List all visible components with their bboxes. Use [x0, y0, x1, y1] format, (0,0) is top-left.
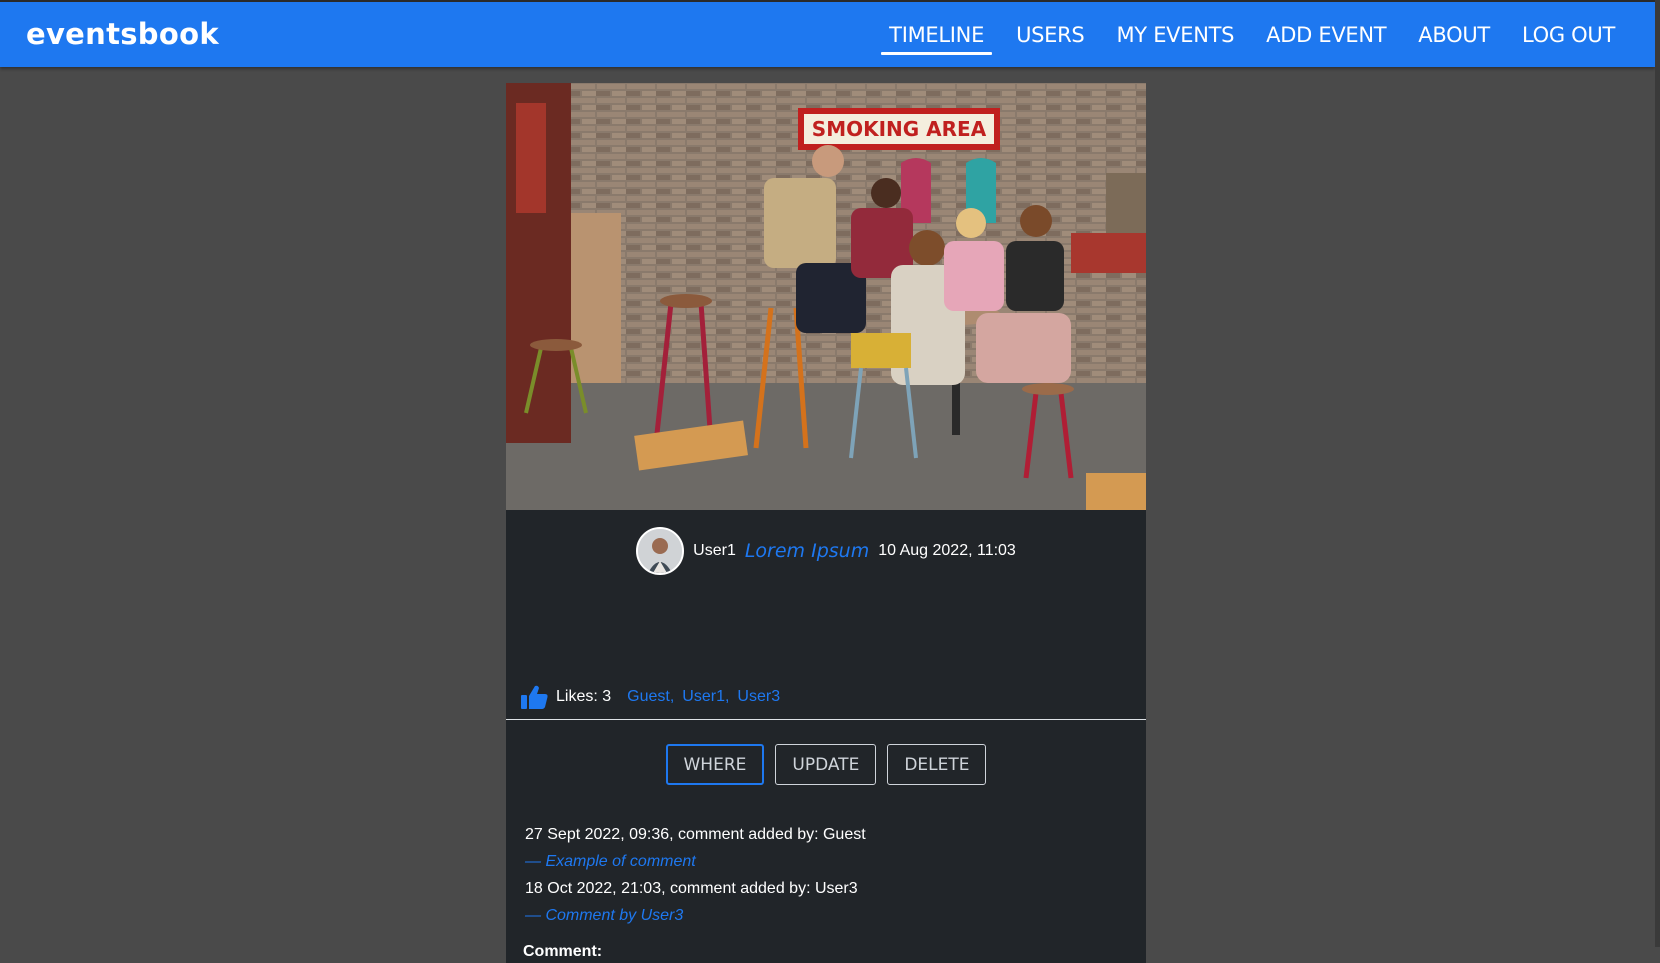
where-button[interactable]: WHERE [665, 744, 765, 785]
liker-link[interactable]: User3 [737, 688, 780, 706]
comment-meta: 18 Oct 2022, 21:03, comment added by: Us… [525, 880, 858, 897]
event-author[interactable]: User1 [693, 542, 736, 560]
comment-label: Comment: [523, 943, 603, 960]
likes-row: Likes: 3 Guest, User1, User3 [520, 680, 788, 714]
comment-meta: 27 Sept 2022, 09:36, comment added by: G… [525, 826, 866, 843]
brand-logo[interactable]: eventsbook [26, 17, 219, 51]
nav-users[interactable]: USERS [1000, 2, 1100, 67]
nav-timeline[interactable]: TIMELINE [873, 2, 1000, 67]
card-divider [506, 719, 1146, 720]
comment-text: — Comment by User3 [525, 907, 684, 924]
nav-my-events[interactable]: MY EVENTS [1100, 2, 1250, 67]
top-navbar: eventsbook TIMELINE USERS MY EVENTS ADD … [0, 2, 1655, 67]
liker-link[interactable]: User1, [682, 688, 729, 706]
likes-count: Likes: 3 [556, 688, 612, 705]
event-card: SMOKING AREA User1 Lorem Ipsum 10 Aug 20… [506, 83, 1146, 963]
thumbs-up-icon[interactable] [520, 684, 548, 710]
window-right-border [1655, 0, 1660, 947]
event-actions: WHERE UPDATE DELETE [506, 744, 1146, 785]
comment-list: 27 Sept 2022, 09:36, comment added by: G… [525, 821, 1125, 929]
nav-links: TIMELINE USERS MY EVENTS ADD EVENT ABOUT… [873, 2, 1631, 67]
svg-text:SMOKING AREA: SMOKING AREA [812, 117, 987, 141]
nav-about[interactable]: ABOUT [1402, 2, 1506, 67]
event-author-row: User1 Lorem Ipsum 10 Aug 2022, 11:03 [506, 523, 1146, 579]
comment-text: — Example of comment [525, 853, 696, 870]
liker-link[interactable]: Guest, [627, 688, 674, 706]
event-date: 10 Aug 2022, 11:03 [878, 542, 1016, 559]
nav-add-event[interactable]: ADD EVENT [1250, 2, 1402, 67]
delete-button[interactable]: DELETE [887, 744, 987, 785]
event-title[interactable]: Lorem Ipsum [745, 540, 869, 562]
nav-log-out[interactable]: LOG OUT [1506, 2, 1631, 67]
event-photo: SMOKING AREA [506, 83, 1146, 510]
user-avatar[interactable] [636, 527, 685, 575]
update-button[interactable]: UPDATE [775, 744, 877, 785]
